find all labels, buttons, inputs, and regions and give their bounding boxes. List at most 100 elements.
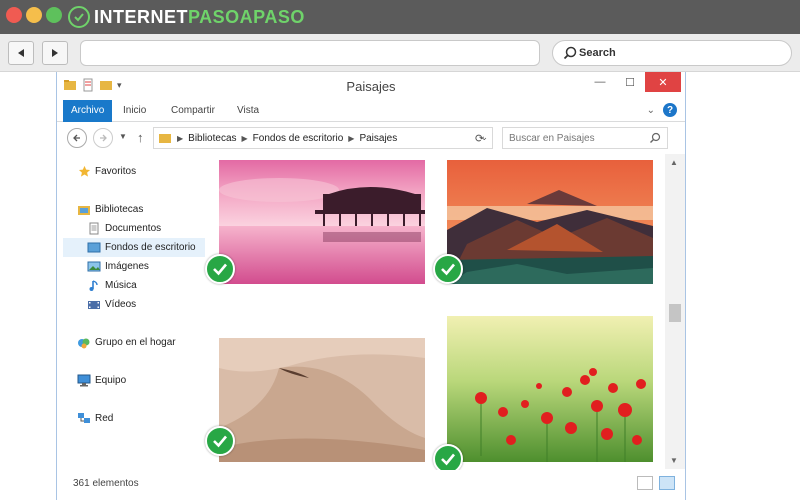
nav-item-documentos[interactable]: Documentos: [87, 219, 205, 238]
thumbnail-sand-dunes[interactable]: [219, 338, 425, 462]
brand-text-green: PASOAPASO: [188, 6, 305, 27]
browser-toolbar: Search: [0, 34, 800, 72]
browser-back-button[interactable]: [8, 41, 34, 65]
file-explorer-window: ▾ Paisajes — ☐ ✕ Archivo Inicio Comparti…: [56, 72, 686, 500]
ribbon-tabs: Archivo Inicio Compartir Vista ⌄ ?: [57, 100, 685, 122]
breadcrumb-paisajes[interactable]: Paisajes: [359, 133, 397, 144]
browser-titlebar: INTERNET PASOAPASO: [0, 0, 800, 34]
star-icon: [77, 165, 91, 179]
explorer-titlebar: ▾ Paisajes — ☐ ✕: [57, 72, 685, 100]
breadcrumb-separator-icon: ▶: [348, 133, 355, 143]
tab-vista[interactable]: Vista: [229, 100, 267, 122]
nav-item-favoritos[interactable]: Favoritos: [77, 162, 205, 181]
thumbnail-volcano[interactable]: [447, 160, 653, 284]
web-search-placeholder: Search: [579, 47, 616, 59]
navigation-pane: Favoritos Bibliotecas Documentos Fondos …: [57, 154, 205, 469]
brand-text-white: INTERNET: [94, 6, 188, 27]
landscape-image: [219, 160, 425, 284]
tab-inicio[interactable]: Inicio: [115, 100, 154, 122]
nav-item-red[interactable]: Red: [77, 409, 205, 428]
vertical-scrollbar[interactable]: ▲ ▼: [665, 154, 685, 469]
triangle-left-icon: [18, 49, 24, 57]
search-icon: [563, 46, 577, 60]
homegroup-icon: [77, 336, 91, 350]
folder-search-input[interactable]: Buscar en Paisajes: [502, 127, 668, 149]
thumbnail-poppy-field[interactable]: [447, 316, 653, 462]
nav-label: Fondos de escritorio: [105, 242, 196, 253]
landscape-image: [447, 316, 653, 462]
library-icon: [77, 203, 91, 217]
window-controls: — ☐ ✕: [585, 72, 681, 92]
nav-label: Red: [95, 413, 114, 424]
wallpaper-icon: [87, 241, 101, 255]
file-view: [205, 154, 665, 474]
details-view-icon[interactable]: [637, 476, 653, 490]
landscape-image: [219, 338, 425, 462]
breadcrumb-separator-icon: ▶: [241, 133, 248, 143]
scrollbar-thumb[interactable]: [669, 304, 681, 322]
back-button[interactable]: [67, 128, 87, 148]
nav-item-grupo-en-el-hogar[interactable]: Grupo en el hogar: [77, 333, 205, 352]
nav-item-bibliotecas[interactable]: Bibliotecas: [77, 200, 205, 219]
nav-item-fondos-de-escritorio[interactable]: Fondos de escritorio: [63, 238, 205, 257]
checkmark-icon[interactable]: [433, 254, 463, 284]
checkmark-logo-icon: [68, 6, 90, 28]
minimize-dot-icon[interactable]: [26, 7, 42, 23]
music-note-icon: [87, 279, 101, 293]
scroll-down-icon[interactable]: ▼: [670, 456, 678, 465]
folder-search-placeholder: Buscar en Paisajes: [509, 132, 595, 144]
breadcrumb-fondos[interactable]: Fondos de escritorio: [253, 133, 344, 144]
arrow-left-icon: [73, 134, 80, 142]
minimize-button[interactable]: —: [585, 72, 615, 92]
status-bar: 361 elementos: [57, 470, 685, 500]
nav-label: Grupo en el hogar: [95, 337, 176, 348]
nav-item-videos[interactable]: Vídeos: [87, 295, 205, 314]
close-dot-icon[interactable]: [6, 7, 22, 23]
nav-label: Bibliotecas: [95, 204, 144, 215]
expand-ribbon-chevron-icon[interactable]: ⌄: [647, 105, 655, 116]
item-count: 361 elementos: [73, 478, 139, 489]
nav-label: Música: [105, 280, 137, 291]
nav-label: Vídeos: [105, 299, 137, 310]
computer-icon: [77, 374, 91, 388]
document-icon: [87, 222, 101, 236]
address-bar[interactable]: ▶ Bibliotecas ▶ Fondos de escritorio ▶ P…: [153, 127, 493, 149]
url-bar[interactable]: [80, 40, 540, 66]
close-button[interactable]: ✕: [645, 72, 681, 92]
recent-locations-chevron-icon[interactable]: ▼: [119, 132, 127, 141]
maximize-dot-icon[interactable]: [46, 7, 62, 23]
nav-label: Equipo: [95, 375, 127, 386]
nav-item-imagenes[interactable]: Imágenes: [87, 257, 205, 276]
nav-item-equipo[interactable]: Equipo: [77, 371, 205, 390]
breadcrumb-bibliotecas[interactable]: Bibliotecas: [188, 133, 236, 144]
web-search-input[interactable]: Search: [552, 40, 792, 66]
network-icon: [77, 412, 91, 426]
address-row: ▼ ↑ ▶ Bibliotecas ▶ Fondos de escritorio…: [57, 122, 685, 154]
tab-compartir[interactable]: Compartir: [163, 100, 223, 122]
thumbnail-pink-pier[interactable]: [219, 160, 425, 284]
browser-forward-button[interactable]: [42, 41, 68, 65]
nav-item-musica[interactable]: Música: [87, 276, 205, 295]
breadcrumb-separator-icon: ▶: [177, 133, 184, 143]
refresh-icon[interactable]: ⟳: [475, 132, 484, 145]
view-toggle: [637, 476, 675, 490]
film-icon: [87, 298, 101, 312]
site-logo: INTERNET PASOAPASO: [68, 5, 305, 29]
checkmark-icon[interactable]: [205, 426, 235, 456]
ribbon-right-controls: ⌄ ?: [647, 103, 677, 117]
picture-icon: [87, 260, 101, 274]
search-icon: [650, 132, 661, 143]
checkmark-icon[interactable]: [205, 254, 235, 284]
nav-label: Favoritos: [95, 166, 137, 177]
forward-button[interactable]: [93, 128, 113, 148]
arrow-right-icon: [100, 134, 107, 142]
scroll-up-icon[interactable]: ▲: [670, 158, 678, 167]
nav-label: Documentos: [105, 223, 162, 234]
landscape-image: [447, 160, 653, 284]
up-arrow-icon[interactable]: ↑: [137, 130, 144, 145]
nav-label: Imágenes: [105, 261, 149, 272]
help-icon[interactable]: ?: [663, 103, 677, 117]
large-icons-view-icon[interactable]: [659, 476, 675, 490]
maximize-button[interactable]: ☐: [615, 72, 645, 92]
tab-archivo[interactable]: Archivo: [63, 100, 113, 122]
